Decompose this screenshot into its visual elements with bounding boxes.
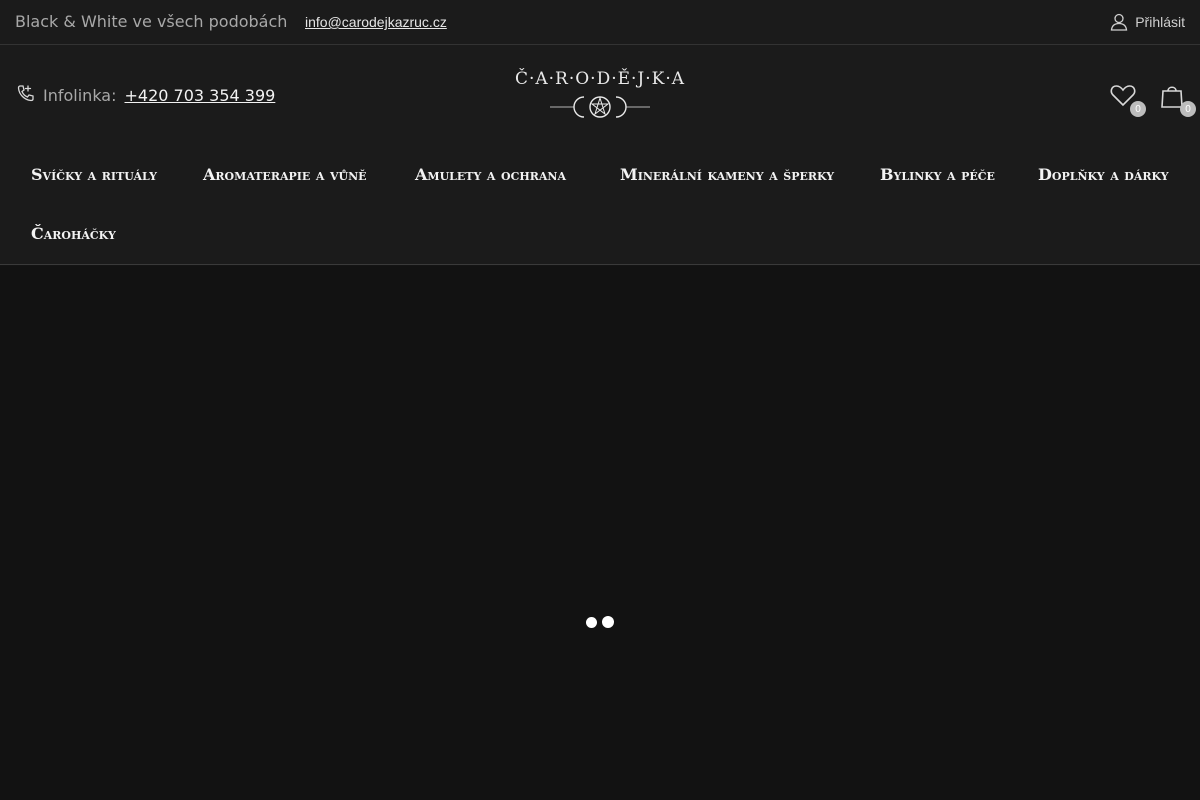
phone-link[interactable]: +420 703 354 399 (125, 86, 276, 105)
hero-area (0, 266, 1200, 800)
nav-item-svicky[interactable]: Svíčky a rituály (31, 165, 157, 184)
cart-count-badge: 0 (1180, 101, 1196, 117)
nav-item-doplnky[interactable]: Doplňky a dárky (1038, 165, 1169, 184)
login-label: Přihlásit (1135, 14, 1185, 30)
loader-dot (586, 617, 597, 628)
logo[interactable]: Č·A·R·O·D·Ě·J·K·A (498, 67, 702, 127)
wishlist-count-badge: 0 (1130, 101, 1146, 117)
moon-pentagram-icon (550, 96, 650, 118)
tagline: Black & White ve všech podobách (15, 12, 288, 31)
infoline-label: Infolinka: (43, 85, 117, 105)
logo-text: Č·A·R·O·D·Ě·J·K·A (514, 69, 686, 89)
loader-dot (602, 616, 614, 628)
infoline: Infolinka: +420 703 354 399 (17, 83, 275, 107)
email-link[interactable]: info@carodejkazruc.cz (305, 14, 447, 30)
nav-item-carohacky[interactable]: Čaroháčky (31, 224, 116, 243)
loader-icon (586, 616, 616, 630)
nav-item-mineralni-kameny[interactable]: Minerální kameny a šperky (620, 165, 834, 184)
nav-item-bylinky[interactable]: Bylinky a péče (880, 165, 995, 184)
wishlist-button[interactable]: 0 (1110, 83, 1146, 117)
user-icon (1110, 13, 1128, 31)
top-bar: Black & White ve všech podobách info@car… (0, 0, 1200, 45)
cart-button[interactable]: 0 (1160, 83, 1196, 117)
nav-item-aromaterapie[interactable]: Aromaterapie a vůně (203, 165, 367, 184)
login-button[interactable]: Přihlásit (1110, 11, 1185, 33)
site-header: Infolinka: +420 703 354 399 Č·A·R·O·D·Ě·… (0, 45, 1200, 265)
nav-item-amulety[interactable]: Amulety a ochrana (415, 165, 566, 184)
phone-icon (17, 84, 35, 106)
